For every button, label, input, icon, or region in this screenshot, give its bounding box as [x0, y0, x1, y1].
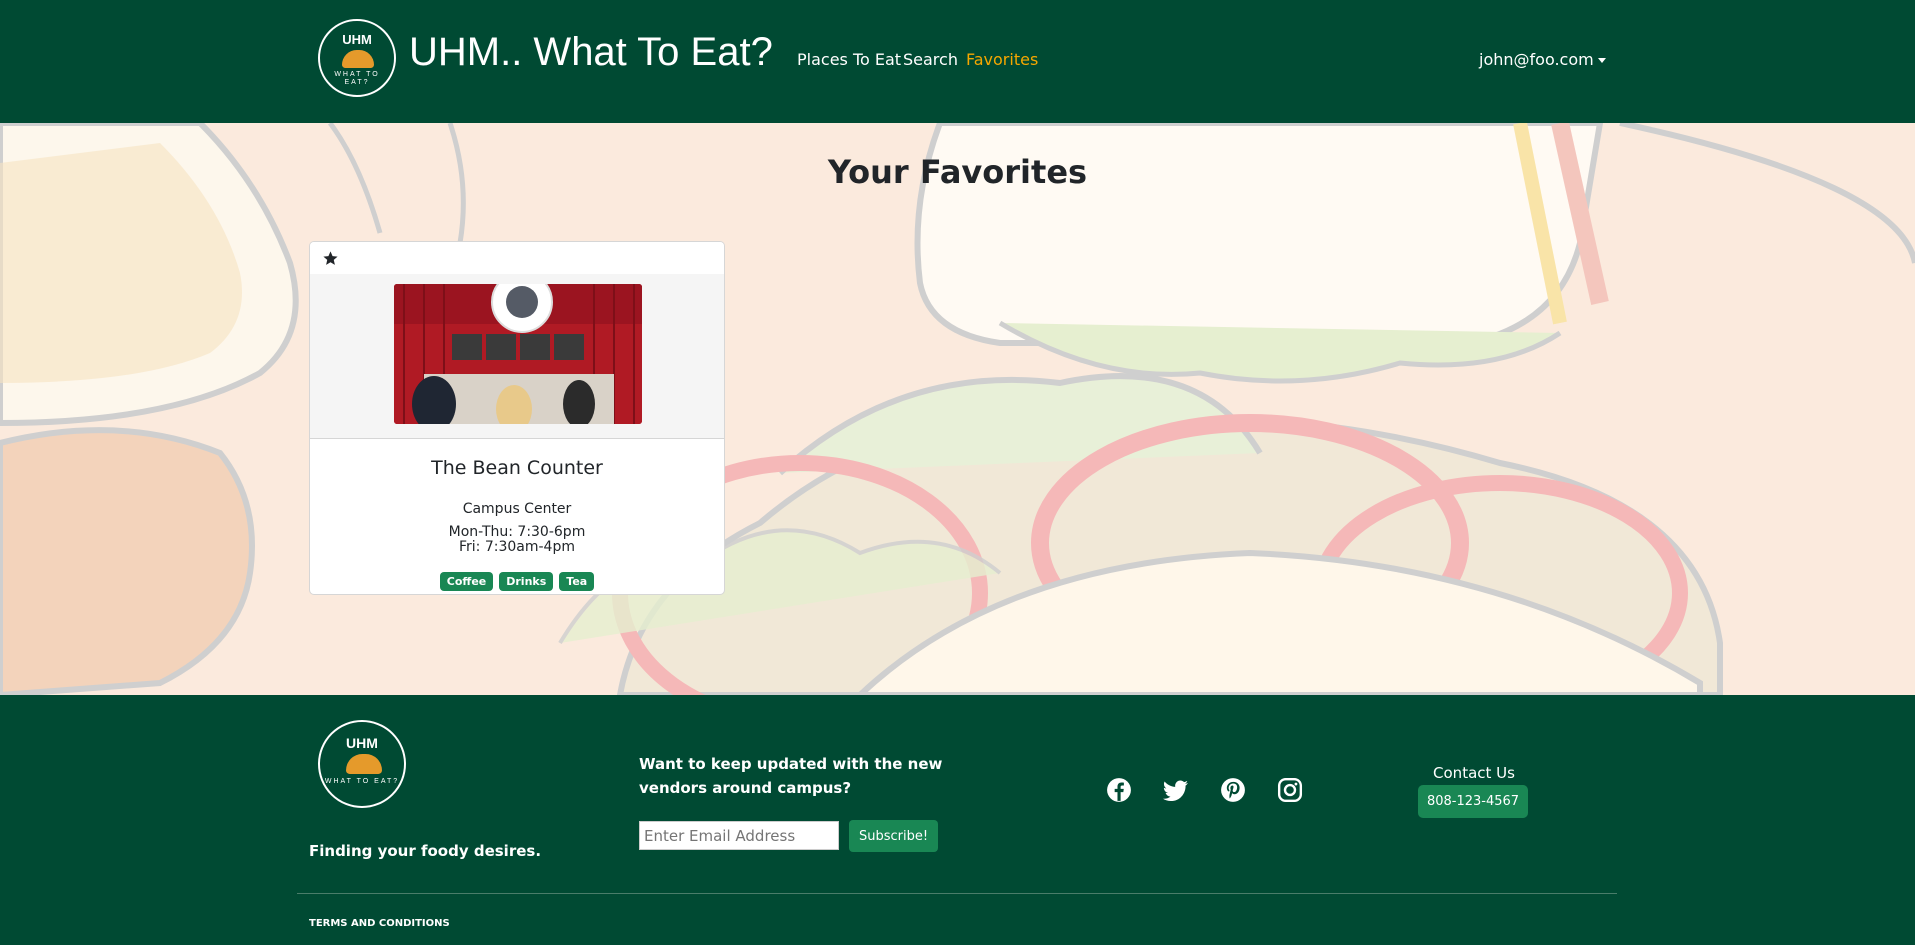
email-input[interactable] — [639, 821, 839, 850]
brand-title[interactable]: UHM.. What To Eat? — [409, 30, 773, 75]
tag-list: Coffee Drinks Tea — [310, 572, 724, 591]
tag-badge: Coffee — [439, 572, 494, 591]
tag-badge: Drinks — [499, 572, 554, 591]
logo-title: UHM — [346, 735, 378, 751]
logo-subtitle: WHAT TO EAT? — [334, 71, 380, 86]
pinterest-icon[interactable] — [1220, 777, 1246, 803]
footer: UHM WHAT TO EAT? Finding your foody desi… — [0, 695, 1915, 945]
contact-label: Contact Us — [1433, 764, 1515, 782]
twitter-icon[interactable] — [1163, 777, 1189, 803]
card-header — [310, 242, 724, 274]
restaurant-photo — [394, 284, 642, 424]
hours-line: Fri: 7:30am-4pm — [459, 539, 575, 555]
star-icon[interactable] — [322, 250, 339, 267]
taco-icon — [342, 50, 374, 68]
newsletter-text: Want to keep updated with the new vendor… — [639, 755, 943, 797]
footer-logo[interactable]: UHM WHAT TO EAT? — [318, 720, 406, 808]
restaurant-name[interactable]: The Bean Counter — [310, 457, 724, 479]
nav-link-favorites[interactable]: Favorites — [966, 50, 1038, 69]
subscribe-button[interactable]: Subscribe! — [849, 820, 939, 852]
user-email: john@foo.com — [1479, 50, 1594, 69]
footer-divider — [297, 893, 1617, 894]
restaurant-hours: Mon-Thu: 7:30-6pm Fri: 7:30am-4pm — [310, 525, 724, 555]
logo[interactable]: UHM WHAT TO EAT? — [318, 19, 396, 97]
taco-icon — [346, 754, 382, 774]
user-dropdown[interactable]: john@foo.com — [1479, 50, 1606, 69]
page-title: Your Favorites — [827, 153, 1088, 191]
instagram-icon[interactable] — [1277, 777, 1303, 803]
tag-badge: Tea — [559, 572, 595, 591]
favorite-card[interactable]: The Bean Counter Campus Center Mon-Thu: … — [309, 241, 725, 595]
restaurant-location: Campus Center — [462, 501, 572, 517]
food-background-illustration — [0, 123, 1915, 695]
logo-title: UHM — [342, 32, 372, 47]
caret-down-icon — [1597, 58, 1606, 63]
navbar: UHM WHAT TO EAT? UHM.. What To Eat? Plac… — [0, 0, 1915, 123]
footer-tagline: Finding your foody desires. — [309, 842, 542, 860]
logo-subtitle: WHAT TO EAT? — [324, 778, 400, 785]
phone-button[interactable]: 808-123-4567 — [1418, 785, 1528, 818]
facebook-icon[interactable] — [1106, 777, 1132, 803]
card-image-area — [310, 274, 724, 439]
hours-line: Mon-Thu: 7:30-6pm — [448, 524, 586, 540]
terms-link[interactable]: TERMS AND CONDITIONS — [309, 918, 450, 929]
main-content: Your Favorites The Bean Counter Campus C… — [0, 123, 1915, 695]
nav-link-search[interactable]: Search — [903, 50, 958, 69]
nav-link-places-to-eat[interactable]: Places To Eat — [797, 50, 901, 69]
